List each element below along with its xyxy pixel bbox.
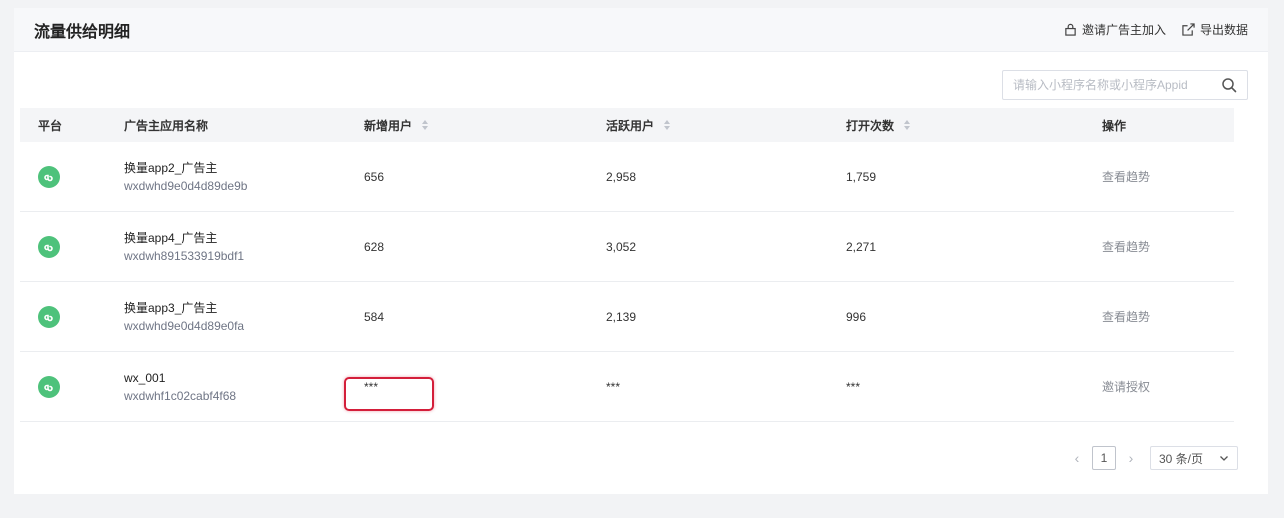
chevron-down-icon bbox=[1220, 456, 1228, 461]
col-opens-label: 打开次数 bbox=[846, 118, 895, 133]
app-id: wxdwh891533919bdf1 bbox=[124, 248, 245, 263]
page-size-select[interactable]: 30 条/页 bbox=[1150, 446, 1238, 470]
next-page-button[interactable]: › bbox=[1124, 450, 1138, 466]
app-id: wxdwhd9e0d4d89de9b bbox=[124, 178, 248, 193]
table-row: wx_001 wxdwhf1c02cabf4f68 *** *** *** 邀请… bbox=[20, 352, 1234, 422]
app-id: wxdwhf1c02cabf4f68 bbox=[124, 388, 237, 403]
search-input[interactable] bbox=[1013, 78, 1221, 92]
active-users-value: 2,958 bbox=[606, 169, 637, 184]
mini-program-icon bbox=[38, 305, 60, 328]
search-box[interactable] bbox=[1002, 70, 1248, 100]
traffic-table: 平台 广告主应用名称 新增用户 活跃用户 打开次数 操作 换量app2_广告主 bbox=[20, 108, 1234, 422]
invite-advertiser-label: 邀请广告主加入 bbox=[1081, 23, 1166, 37]
mini-program-icon bbox=[38, 165, 60, 188]
current-page[interactable]: 1 bbox=[1092, 446, 1116, 470]
opens-value: 2,271 bbox=[846, 239, 877, 254]
opens-value: 1,759 bbox=[846, 169, 877, 184]
view-trend-link[interactable]: 查看趋势 bbox=[1102, 240, 1150, 254]
new-users-value: 656 bbox=[364, 169, 385, 184]
header-actions: 邀请广告主加入 导出数据 bbox=[1064, 21, 1248, 38]
active-users-value: *** bbox=[606, 379, 621, 394]
col-app-name: 广告主应用名称 bbox=[124, 118, 209, 133]
col-platform: 平台 bbox=[38, 118, 63, 133]
export-icon bbox=[1182, 23, 1195, 36]
active-users-value: 3,052 bbox=[606, 239, 637, 254]
app-name: wx_001 bbox=[124, 370, 166, 385]
col-new-users[interactable]: 新增用户 bbox=[344, 117, 586, 134]
sort-icon[interactable] bbox=[422, 120, 429, 130]
card-header: 流量供给明细 邀请广告主加入 导出数据 bbox=[14, 8, 1268, 52]
view-trend-link[interactable]: 查看趋势 bbox=[1102, 310, 1150, 324]
opens-value: 996 bbox=[846, 309, 867, 324]
pagination: ‹ 1 › 30 条/页 bbox=[1070, 446, 1238, 470]
sort-icon[interactable] bbox=[664, 120, 671, 130]
export-data-button[interactable]: 导出数据 bbox=[1182, 21, 1248, 38]
col-opens[interactable]: 打开次数 bbox=[828, 117, 1068, 134]
table-row: 换量app2_广告主 wxdwhd9e0d4d89de9b 656 2,958 … bbox=[20, 142, 1234, 212]
opens-value: *** bbox=[846, 379, 861, 394]
table-header: 平台 广告主应用名称 新增用户 活跃用户 打开次数 操作 bbox=[20, 108, 1234, 142]
invite-advertiser-button[interactable]: 邀请广告主加入 bbox=[1064, 21, 1166, 38]
view-trend-link[interactable]: 查看趋势 bbox=[1102, 170, 1150, 184]
lock-icon bbox=[1065, 23, 1076, 36]
app-name: 换量app2_广告主 bbox=[124, 160, 218, 175]
invite-authorize-link[interactable]: 邀请授权 bbox=[1102, 380, 1150, 394]
new-users-value: 628 bbox=[364, 239, 385, 254]
table-row: 换量app3_广告主 wxdwhd9e0d4d89e0fa 584 2,139 … bbox=[20, 282, 1234, 352]
new-users-value: 584 bbox=[364, 309, 385, 324]
sort-icon[interactable] bbox=[904, 120, 911, 130]
mini-program-icon bbox=[38, 375, 60, 398]
mini-program-icon bbox=[38, 235, 60, 258]
search-icon[interactable] bbox=[1221, 77, 1237, 93]
col-new-users-label: 新增用户 bbox=[364, 118, 413, 133]
app-name: 换量app4_广告主 bbox=[124, 230, 218, 245]
page-size-value: 30 条/页 bbox=[1159, 451, 1204, 466]
app-id: wxdwhd9e0d4d89e0fa bbox=[124, 318, 245, 333]
page-title: 流量供给明细 bbox=[34, 23, 131, 41]
export-data-label: 导出数据 bbox=[1199, 23, 1248, 37]
col-active-users-label: 活跃用户 bbox=[606, 118, 655, 133]
table-row: 换量app4_广告主 wxdwh891533919bdf1 628 3,052 … bbox=[20, 212, 1234, 282]
active-users-value: 2,139 bbox=[606, 309, 637, 324]
highlight-box bbox=[344, 377, 434, 411]
col-action: 操作 bbox=[1102, 118, 1127, 133]
col-active-users[interactable]: 活跃用户 bbox=[586, 117, 828, 134]
prev-page-button[interactable]: ‹ bbox=[1070, 450, 1084, 466]
app-name: 换量app3_广告主 bbox=[124, 300, 218, 315]
